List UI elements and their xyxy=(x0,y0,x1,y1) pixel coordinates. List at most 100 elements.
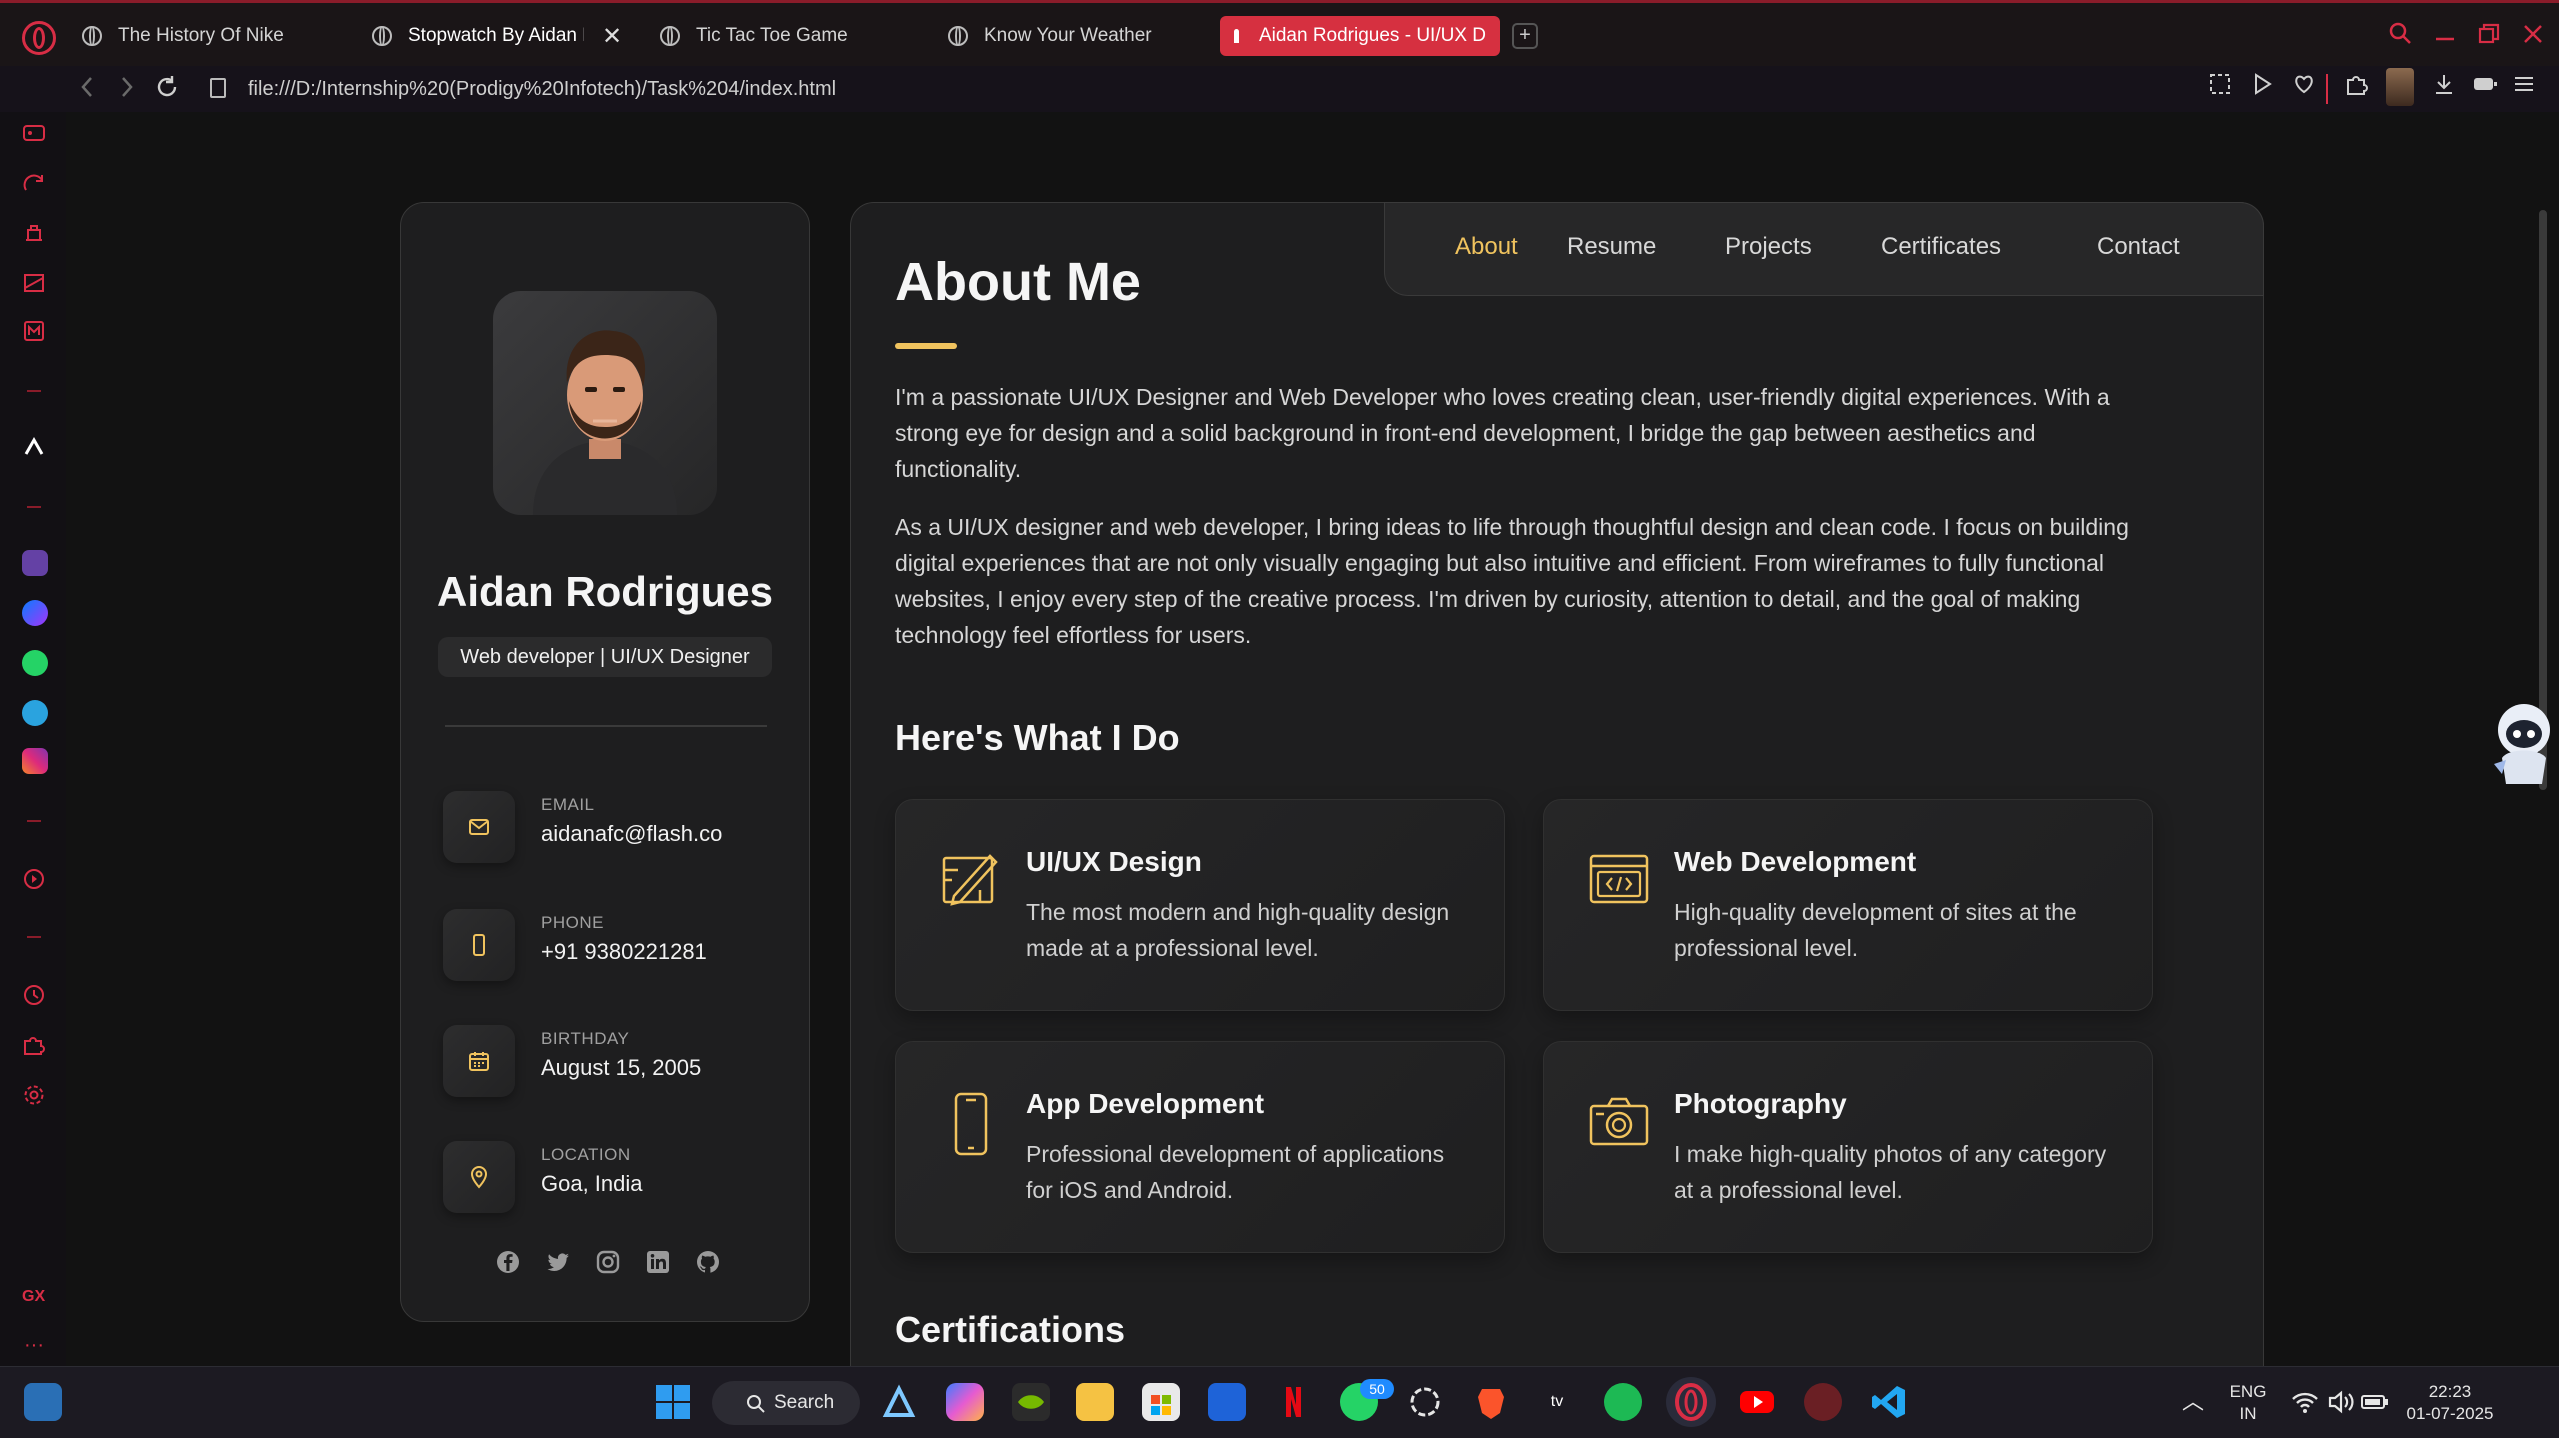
aria-taskbar-icon[interactable] xyxy=(880,1383,918,1421)
extensions-icon[interactable] xyxy=(2344,72,2370,103)
contact-label: BIRTHDAY xyxy=(541,1029,630,1048)
aria-ai-icon[interactable] xyxy=(22,436,46,458)
contact-value: Goa, India xyxy=(541,1171,643,1196)
mail-icon xyxy=(443,791,515,863)
tab-tic-tac-toe[interactable]: Tic Tac Toe Game xyxy=(660,15,900,57)
vscode-icon[interactable] xyxy=(1870,1383,1908,1421)
github-icon[interactable] xyxy=(695,1249,721,1275)
battery-saver-icon[interactable] xyxy=(2472,72,2498,103)
clock[interactable]: 22:23 01-07-2025 xyxy=(2400,1381,2500,1425)
url-field[interactable]: file:///D:/Internship%20(Prodigy%20Infot… xyxy=(248,72,836,106)
file-icon xyxy=(210,78,226,98)
tray-overflow-chevron-icon[interactable]: ︿ xyxy=(2174,1383,2212,1421)
new-tab-button[interactable]: + xyxy=(1512,23,1538,49)
mail-app-icon[interactable] xyxy=(22,320,46,342)
youtube-icon[interactable] xyxy=(1738,1383,1776,1421)
search-tabs-icon[interactable] xyxy=(2388,21,2412,52)
windows-start-icon[interactable] xyxy=(654,1383,692,1421)
twitch-icon[interactable] xyxy=(22,550,48,576)
download-icon[interactable] xyxy=(2432,72,2456,103)
contact-label: LOCATION xyxy=(541,1145,631,1164)
nav-link-resume[interactable]: Resume xyxy=(1567,233,1656,261)
wifi-icon[interactable] xyxy=(2290,1383,2328,1421)
minimize-icon[interactable] xyxy=(2434,19,2456,50)
instagram-app-icon[interactable] xyxy=(22,748,48,774)
tab-title: Aidan Rodrigues - UI/UX D xyxy=(1258,25,1486,46)
player-icon[interactable] xyxy=(2250,72,2274,103)
avatar xyxy=(493,291,717,515)
service-description: High-quality development of sites at the… xyxy=(1674,899,2077,961)
contact-label: EMAIL xyxy=(541,795,595,814)
heart-icon[interactable] xyxy=(2292,72,2316,103)
more-icon[interactable]: ··· xyxy=(22,1334,46,1356)
nav-link-certificates[interactable]: Certificates xyxy=(1881,233,2001,261)
copilot-icon[interactable] xyxy=(946,1383,984,1421)
mascot-icon[interactable] xyxy=(2484,694,2556,790)
netflix-icon[interactable] xyxy=(1274,1383,1312,1421)
player-sidebar-icon[interactable] xyxy=(22,868,46,890)
tab-know-your-weather[interactable]: Know Your Weather xyxy=(948,15,1188,57)
gx-control-icon[interactable] xyxy=(22,122,46,144)
history-icon[interactable] xyxy=(22,984,46,1006)
instagram-icon[interactable] xyxy=(595,1249,621,1275)
forward-icon[interactable] xyxy=(116,74,138,107)
certifications-heading: Certifications xyxy=(895,1309,1126,1350)
linkedin-icon[interactable] xyxy=(645,1249,671,1275)
facebook-icon[interactable] xyxy=(495,1249,521,1275)
service-card-photography: Photography I make high-quality photos o… xyxy=(1543,1041,2153,1253)
nav-link-contact[interactable]: Contact xyxy=(2097,233,2180,261)
tab-history-of-nike[interactable]: The History Of Nike xyxy=(82,15,302,57)
opera-gx-taskbar-icon[interactable] xyxy=(1666,1377,1716,1427)
globe-icon xyxy=(660,26,680,46)
extensions-sidebar-icon[interactable] xyxy=(22,1034,46,1056)
gx-cleaner-icon[interactable] xyxy=(22,172,46,194)
brave-icon[interactable] xyxy=(1472,1383,1510,1421)
location-pin-icon xyxy=(443,1141,515,1213)
about-paragraph-1: I'm a passionate UI/UX Designer and Web … xyxy=(895,384,2110,482)
contact-value[interactable]: +91 9380221281 xyxy=(541,939,707,965)
volume-icon[interactable] xyxy=(2326,1383,2364,1421)
widgets-icon[interactable] xyxy=(24,1383,62,1421)
telegram-icon[interactable] xyxy=(22,700,48,726)
contact-value[interactable]: aidanafc@flash.co xyxy=(541,821,722,847)
word-app-icon[interactable] xyxy=(1208,1383,1246,1421)
news-icon[interactable] xyxy=(22,272,46,294)
davinci-resolve-icon[interactable] xyxy=(1804,1383,1842,1421)
tab-aidan-rodrigues[interactable]: Aidan Rodrigues - UI/UX D xyxy=(1220,16,1500,56)
twitter-icon[interactable] xyxy=(545,1249,571,1275)
gx-corner-icon[interactable] xyxy=(22,222,46,244)
lang-code: ENG xyxy=(2229,1382,2267,1401)
microsoft-store-icon[interactable] xyxy=(1142,1383,1180,1421)
whatsapp-icon[interactable] xyxy=(22,650,48,676)
close-window-icon[interactable] xyxy=(2522,21,2544,52)
restore-icon[interactable] xyxy=(2478,21,2500,52)
apple-tv-icon[interactable]: tv xyxy=(1538,1383,1576,1421)
easy-setup-menu-icon[interactable] xyxy=(2512,72,2536,103)
back-icon[interactable] xyxy=(76,74,98,107)
opera-gx-logo-icon[interactable] xyxy=(22,21,56,55)
nvidia-icon[interactable] xyxy=(1012,1383,1050,1421)
taskbar-search[interactable]: Search xyxy=(712,1381,860,1425)
settings-icon[interactable] xyxy=(22,1084,46,1106)
address-bar: file:///D:/Internship%20(Prodigy%20Infot… xyxy=(0,66,2559,112)
file-explorer-icon[interactable] xyxy=(1076,1383,1114,1421)
messenger-icon[interactable] xyxy=(22,600,48,626)
input-language[interactable]: ENG IN xyxy=(2228,1381,2268,1425)
browser-tab-bar: The History Of Nike Stopwatch By Aidan R… xyxy=(0,0,2559,66)
service-title: Web Development xyxy=(1674,846,1917,877)
gx-icon[interactable]: GX xyxy=(22,1288,45,1306)
profile-avatar[interactable] xyxy=(2386,68,2414,106)
spotify-icon[interactable] xyxy=(1604,1383,1642,1421)
nav-link-projects[interactable]: Projects xyxy=(1725,233,1812,261)
snapshot-icon[interactable] xyxy=(2208,72,2232,103)
sidebar-divider xyxy=(27,936,41,938)
close-tab-icon[interactable]: ✕ xyxy=(602,22,622,51)
service-card-uiux: UI/UX Design The most modern and high-qu… xyxy=(895,799,1505,1011)
tab-stopwatch[interactable]: Stopwatch By Aidan R ✕ xyxy=(372,15,632,57)
services-heading: Here's What I Do xyxy=(895,717,1180,758)
profile-divider xyxy=(445,725,767,727)
nav-link-about[interactable]: About xyxy=(1455,233,1518,261)
reload-icon[interactable] xyxy=(154,74,180,107)
chatgpt-icon[interactable] xyxy=(1406,1383,1444,1421)
battery-icon[interactable] xyxy=(2360,1383,2398,1421)
